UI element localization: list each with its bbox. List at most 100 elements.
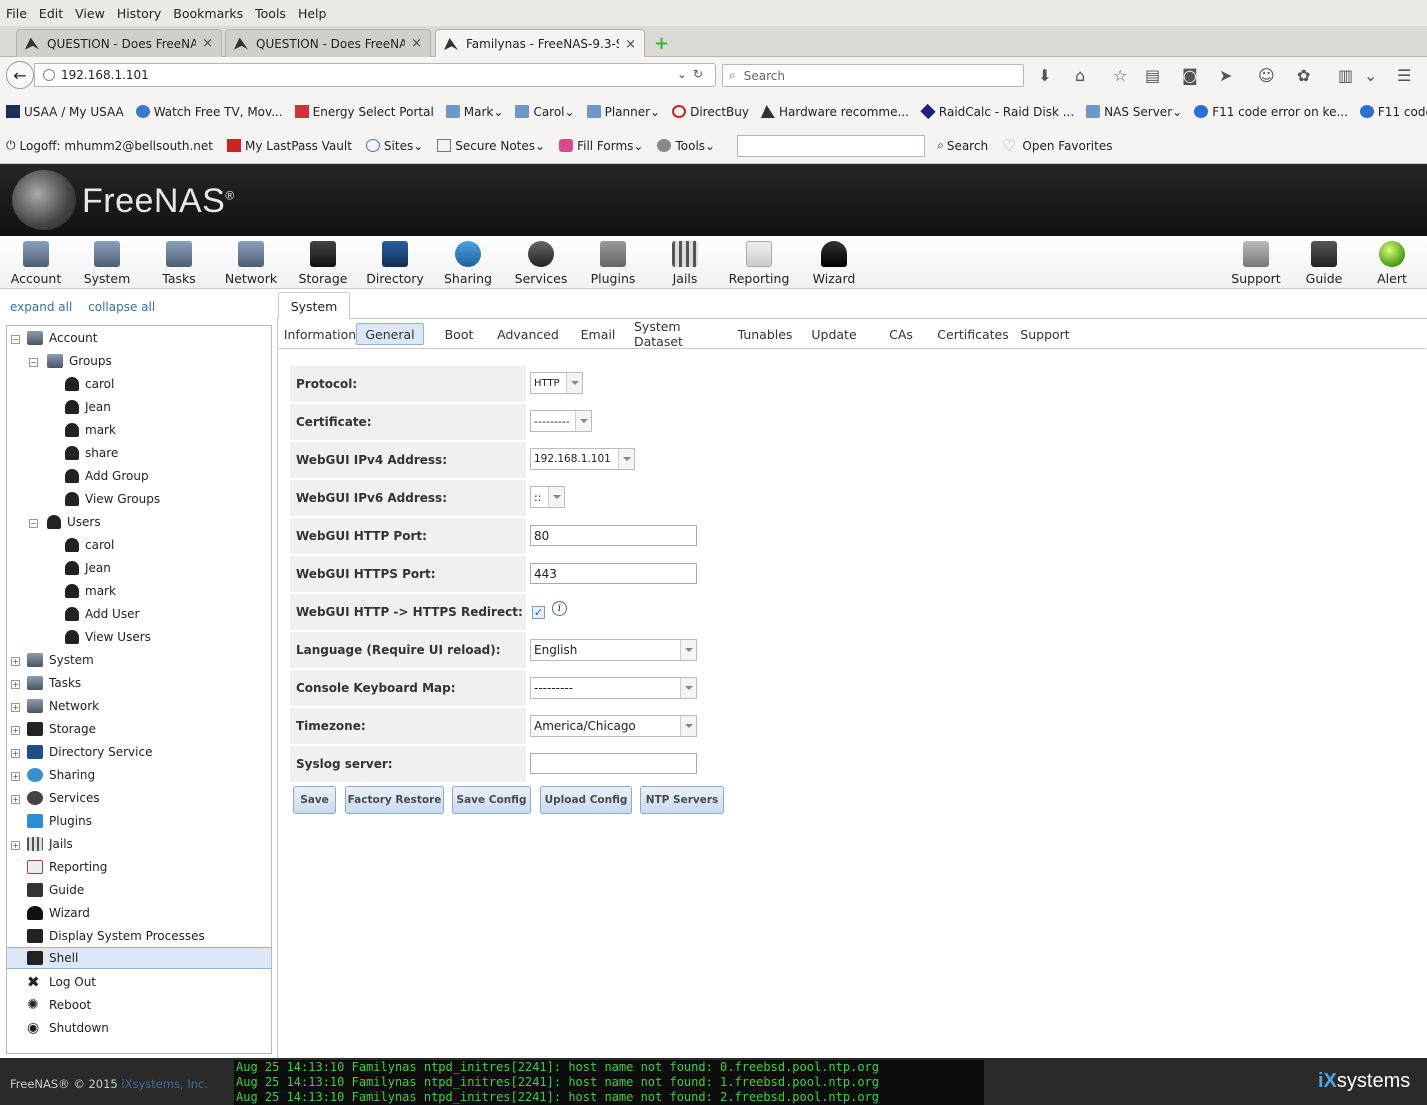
bookmark-folder[interactable]: NAS Server ⌄	[1086, 105, 1182, 119]
subtab-information[interactable]: Information	[282, 323, 358, 345]
logoff-button[interactable]: ⏻ Logoff: mhumm2@bellsouth.net	[6, 138, 213, 153]
tree-item-account[interactable]: Account	[27, 327, 97, 349]
nav-network[interactable]: Network	[219, 241, 283, 286]
tree-item-groups[interactable]: Groups	[47, 350, 112, 372]
bookmark-item[interactable]: RaidCalc - Raid Disk ...	[920, 103, 1074, 120]
tree-item-display-system-processes[interactable]: Display System Processes	[27, 925, 205, 947]
lastpass-search-input[interactable]	[737, 134, 926, 157]
tree-item-user[interactable]: carol	[65, 534, 114, 556]
tree-item-user[interactable]: mark	[65, 580, 116, 602]
info-icon[interactable]: i	[552, 601, 567, 616]
sites-menu[interactable]: Sites ⌄	[365, 139, 423, 153]
ipv4-select[interactable]: 192.168.1.101	[530, 448, 635, 470]
redirect-checkbox[interactable]: ✓	[532, 606, 545, 619]
save-config-button[interactable]: Save Config	[452, 786, 531, 814]
protocol-select[interactable]: HTTP	[530, 372, 583, 394]
star-icon[interactable]: ☆	[1113, 66, 1127, 85]
subtab-advanced[interactable]: Advanced	[494, 323, 562, 345]
subtab-support[interactable]: Support	[1020, 323, 1070, 345]
expand-icon[interactable]: +	[11, 841, 20, 850]
url-bar[interactable]: 192.168.1.101 ⌄↻	[34, 63, 716, 87]
tree-item-plugins[interactable]: Plugins	[27, 810, 92, 832]
expand-icon[interactable]: +	[11, 795, 20, 804]
tree-item-users[interactable]: Users	[47, 511, 101, 533]
pocket-icon[interactable]: ◙	[1182, 66, 1198, 85]
bookmark-folder[interactable]: Mark ⌄	[445, 105, 503, 119]
bookmark-item[interactable]: Watch Free TV, Mov...	[135, 105, 283, 119]
upload-config-button[interactable]: Upload Config	[540, 786, 632, 814]
collapse-icon[interactable]: −	[11, 335, 20, 344]
close-icon[interactable]: ×	[411, 36, 422, 51]
http-port-input[interactable]: 80	[530, 525, 697, 546]
menu-file[interactable]: File	[6, 6, 27, 21]
tree-item-reporting[interactable]: Reporting	[27, 856, 107, 878]
subtab-system-dataset[interactable]: System Dataset	[634, 319, 726, 349]
save-button[interactable]: Save	[293, 786, 336, 814]
tree-item-shell[interactable]: Shell	[7, 947, 271, 969]
vault-button[interactable]: My LastPass Vault	[227, 139, 352, 153]
menu-bookmarks[interactable]: Bookmarks	[173, 6, 243, 21]
subtab-update[interactable]: Update	[810, 323, 858, 345]
hamburger-menu-icon[interactable]: ☰	[1397, 66, 1411, 85]
certificate-select[interactable]: ---------	[530, 410, 592, 432]
tree-item-user[interactable]: Jean	[65, 557, 111, 579]
tree-item-view-users[interactable]: View Users	[65, 626, 151, 648]
menu-history[interactable]: History	[117, 6, 161, 21]
tree-item-group[interactable]: mark	[65, 419, 116, 441]
nav-directory[interactable]: Directory	[363, 241, 427, 286]
menu-edit[interactable]: Edit	[39, 6, 63, 21]
nav-jails[interactable]: Jails	[653, 241, 717, 286]
tree-item-group[interactable]: Jean	[65, 396, 111, 418]
collapse-icon[interactable]: −	[29, 519, 38, 528]
https-port-input[interactable]: 443	[530, 563, 697, 584]
bookmark-item[interactable]: Energy Select Portal	[294, 105, 434, 119]
bookmark-item[interactable]: DirectBuy	[672, 105, 749, 119]
lastpass-search-button[interactable]: ⌕ Search	[937, 138, 988, 153]
subtab-general[interactable]: General	[356, 323, 424, 345]
reload-icon[interactable]: ⌄↻	[677, 67, 709, 81]
tree-item-group[interactable]: carol	[65, 373, 114, 395]
tools-menu[interactable]: Tools ⌄	[657, 139, 715, 153]
nav-system[interactable]: System	[75, 241, 139, 286]
search-input[interactable]: ⌕ Search	[722, 64, 1024, 87]
company-link[interactable]: iXsystems, Inc.	[121, 1077, 208, 1091]
back-button[interactable]: ←	[6, 61, 34, 89]
tree-item-log-out[interactable]: ✖ Log Out	[27, 971, 96, 993]
nav-sharing[interactable]: Sharing	[436, 241, 500, 286]
close-icon[interactable]: ×	[625, 37, 636, 52]
nav-storage[interactable]: Storage	[291, 241, 355, 286]
collapse-all-link[interactable]: collapse all	[88, 300, 155, 314]
addon-icon[interactable]: ✿	[1297, 66, 1310, 85]
bookmark-folder[interactable]: Planner ⌄	[586, 105, 660, 119]
nav-account[interactable]: Account	[4, 241, 68, 286]
bookmark-item[interactable]: USAA / My USAA	[6, 105, 124, 119]
subtab-tunables[interactable]: Tunables	[738, 323, 793, 345]
tree-item-group[interactable]: share	[65, 442, 118, 464]
fill-forms-menu[interactable]: Fill Forms ⌄	[559, 139, 643, 153]
expand-icon[interactable]: +	[11, 726, 20, 735]
tree-item-sharing[interactable]: Sharing	[27, 764, 95, 786]
language-select[interactable]: English	[530, 639, 697, 661]
tree-item-tasks[interactable]: Tasks	[27, 672, 81, 694]
menu-help[interactable]: Help	[298, 6, 327, 21]
chat-icon[interactable]: ☺	[1258, 66, 1275, 85]
clipboard-icon[interactable]: ▥	[1338, 66, 1353, 85]
send-icon[interactable]: ➤	[1219, 66, 1232, 85]
subtab-email[interactable]: Email	[578, 323, 618, 345]
bookmark-item[interactable]: F11 code error on ke...	[1194, 105, 1348, 119]
close-icon[interactable]: ×	[202, 36, 213, 51]
nav-services[interactable]: Services	[509, 241, 573, 286]
tree-item-add-user[interactable]: Add User	[65, 603, 139, 625]
nav-plugins[interactable]: Plugins	[581, 241, 645, 286]
tree-item-storage[interactable]: Storage	[27, 718, 96, 740]
keyboard-map-select[interactable]: ---------	[530, 677, 697, 699]
timezone-select[interactable]: America/Chicago	[530, 715, 697, 737]
new-tab-button[interactable]: +	[654, 33, 669, 54]
ntp-servers-button[interactable]: NTP Servers	[640, 786, 724, 814]
tree-item-directory-service[interactable]: Directory Service	[27, 741, 152, 763]
expand-all-link[interactable]: expand all	[10, 300, 72, 314]
subtab-boot[interactable]: Boot	[438, 323, 480, 345]
bookmark-item[interactable]: F11 code error on ke...	[1359, 105, 1427, 119]
browser-tab[interactable]: QUESTION - Does FreeNA... ×	[225, 29, 431, 57]
tree-item-jails[interactable]: Jails	[27, 833, 73, 855]
